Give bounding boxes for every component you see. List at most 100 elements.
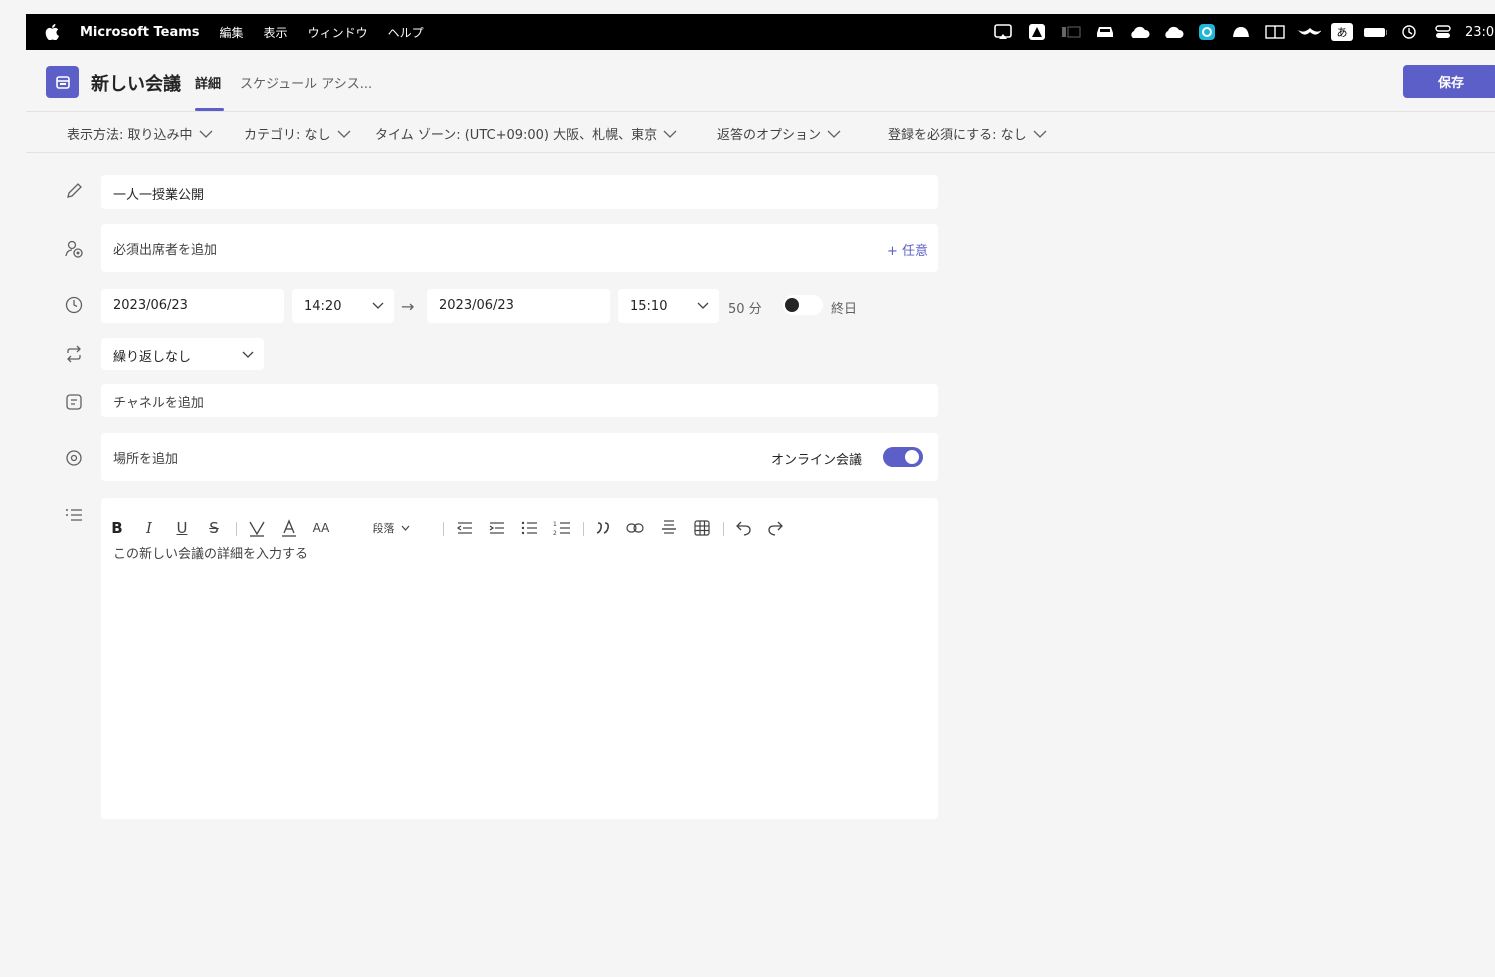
options-bar: 表示方法: 取り込み中 カテゴリ: なし タイム ゾーン: (UTC+09:00… [26, 112, 1495, 153]
location-field[interactable]: 場所を追加 オンライン会議 [101, 433, 938, 481]
control-center-icon[interactable] [1431, 23, 1455, 41]
undo-icon[interactable] [732, 517, 754, 539]
registration-dropdown[interactable]: 登録を必須にする: なし [888, 124, 1047, 143]
chevron-down-icon [199, 130, 212, 138]
chevron-down-icon [663, 130, 677, 138]
arrow-icon: → [401, 297, 415, 316]
bell-icon[interactable] [1229, 23, 1253, 41]
pencil-icon [64, 181, 84, 201]
chevron-down-icon [401, 525, 409, 531]
adobe-icon[interactable] [1025, 23, 1049, 41]
edge-icon[interactable] [1195, 23, 1219, 41]
category-dropdown[interactable]: カテゴリ: なし [244, 124, 351, 143]
outdent-icon[interactable] [454, 517, 476, 539]
chevron-down-icon [1033, 130, 1047, 138]
duration-label: 50 分 [728, 302, 762, 317]
all-day-label: 終日 [831, 302, 858, 317]
input-method-icon[interactable]: あ [1331, 23, 1353, 41]
channel-field[interactable]: チャネルを追加 [101, 384, 938, 417]
start-time-dropdown[interactable]: 14:20 [292, 289, 394, 323]
response-options-dropdown[interactable]: 返答のオプション [717, 124, 841, 143]
status-area: あ 23:0 [981, 14, 1495, 50]
location-placeholder: 場所を追加 [113, 452, 179, 467]
online-meeting-toggle[interactable] [883, 447, 923, 467]
show-as-dropdown[interactable]: 表示方法: 取り込み中 [67, 124, 213, 143]
toolbar-divider [723, 522, 724, 536]
strikethrough-button[interactable]: S [206, 517, 222, 539]
registration-label: 登録を必須にする: なし [888, 128, 1027, 143]
channel-icon [64, 392, 84, 412]
title-value: 一人一授業公開 [113, 188, 205, 203]
mustache-icon[interactable] [1297, 23, 1321, 41]
font-size-button[interactable]: AA [310, 517, 332, 539]
link-icon[interactable] [624, 517, 646, 539]
indent-icon[interactable] [486, 517, 508, 539]
details-placeholder[interactable]: この新しい会議の詳細を入力する [113, 543, 308, 562]
svg-text:1: 1 [553, 521, 557, 528]
repeat-icon [64, 344, 84, 364]
online-meeting-label: オンライン会議 [771, 453, 863, 468]
menu-app-name[interactable]: Microsoft Teams [80, 25, 200, 40]
quote-icon[interactable] [592, 517, 614, 539]
toolbar-divider [583, 522, 584, 536]
save-button[interactable]: 保存 [1403, 65, 1495, 98]
menu-bar: Microsoft Teams 編集 表示 ウィンドウ ヘルプ あ 23:0 [26, 14, 1495, 50]
clock[interactable]: 23:0 [1465, 25, 1495, 40]
title-field[interactable]: 一人一授業公開 [101, 175, 938, 209]
menu-window[interactable]: ウィンドウ [308, 24, 368, 41]
show-as-label: 表示方法: 取り込み中 [67, 128, 193, 143]
repeat-value: 繰り返しなし [113, 350, 192, 365]
paragraph-label: 段落 [372, 522, 395, 535]
book-icon[interactable] [1263, 23, 1287, 41]
redo-icon[interactable] [765, 517, 787, 539]
attendees-field[interactable]: 必須出席者を追加 + 任意 [101, 224, 938, 272]
tab-scheduling-assistant[interactable]: スケジュール アシス... [240, 73, 372, 92]
numbered-list-icon[interactable]: 12 [551, 517, 573, 539]
start-date-field[interactable]: 2023/06/23 [101, 289, 284, 323]
end-date-field[interactable]: 2023/06/23 [427, 289, 610, 323]
bullet-list-icon[interactable] [518, 517, 540, 539]
horizontal-rule-icon[interactable] [658, 517, 680, 539]
clock-icon [64, 295, 84, 315]
attendees-placeholder: 必須出席者を追加 [113, 243, 218, 258]
toggle-knob [785, 298, 799, 312]
response-options-label: 返答のオプション [717, 128, 822, 143]
italic-button[interactable]: I [141, 517, 157, 539]
timezone-dropdown[interactable]: タイム ゾーン: (UTC+09:00) 大阪、札幌、東京 [375, 124, 677, 143]
cloud-icon[interactable] [1127, 23, 1151, 41]
underline-button[interactable]: U [174, 517, 190, 539]
add-optional-link[interactable]: + 任意 [887, 240, 928, 259]
end-time-dropdown[interactable]: 15:10 [618, 289, 719, 323]
details-editor[interactable]: この新しい会議の詳細を入力する [101, 498, 938, 819]
menu-edit[interactable]: 編集 [220, 24, 244, 41]
time-machine-icon[interactable] [1397, 23, 1421, 41]
table-icon[interactable] [691, 517, 713, 539]
repeat-dropdown[interactable]: 繰り返しなし [101, 338, 264, 370]
start-date-value: 2023/06/23 [113, 298, 188, 313]
app-window: Microsoft Teams 編集 表示 ウィンドウ ヘルプ あ 23:0 新… [26, 14, 1495, 977]
menu-help[interactable]: ヘルプ [388, 24, 424, 41]
channel-placeholder: チャネルを追加 [113, 396, 204, 411]
chevron-down-icon [242, 351, 254, 358]
font-color-icon[interactable] [278, 517, 300, 539]
dots-icon[interactable] [1059, 23, 1083, 41]
paragraph-dropdown[interactable]: 段落 [366, 517, 416, 539]
battery-icon[interactable] [1363, 23, 1387, 41]
car-icon[interactable] [1093, 23, 1117, 41]
chevron-down-icon [372, 302, 384, 309]
location-icon [64, 448, 84, 468]
tab-active-indicator [195, 108, 224, 111]
screen-mirror-icon[interactable] [991, 23, 1015, 41]
all-day-toggle[interactable] [783, 295, 823, 315]
highlight-icon[interactable] [246, 517, 268, 539]
page-title: 新しい会議 [91, 74, 181, 95]
toolbar-divider [236, 522, 237, 536]
cloud-icon[interactable] [1161, 23, 1185, 41]
people-add-icon [64, 239, 84, 259]
apple-icon[interactable] [45, 24, 61, 40]
menu-view[interactable]: 表示 [264, 24, 288, 41]
tab-details[interactable]: 詳細 [195, 73, 221, 92]
timezone-label: タイム ゾーン: (UTC+09:00) 大阪、札幌、東京 [375, 128, 658, 143]
bold-button[interactable]: B [109, 517, 125, 539]
meeting-header: 新しい会議 詳細 スケジュール アシス... 保存 [26, 50, 1495, 112]
